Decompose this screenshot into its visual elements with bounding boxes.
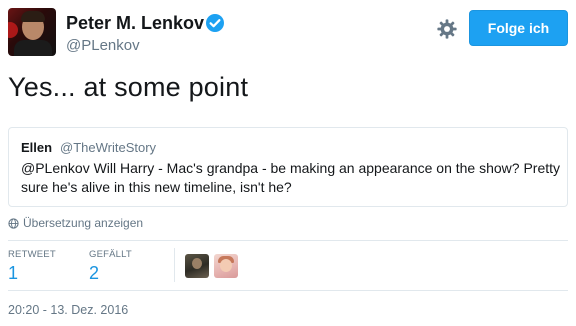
- like-count: 2: [89, 263, 100, 283]
- author-avatar[interactable]: [8, 8, 56, 56]
- like-stat[interactable]: GEFÄLLT 2: [89, 249, 132, 284]
- retweet-stat[interactable]: RETWEET 1: [8, 249, 56, 284]
- divider: [8, 240, 568, 241]
- translate-label: Übersetzung anzeigen: [23, 216, 144, 230]
- liker-avatar[interactable]: [214, 254, 238, 278]
- tweet-timestamp[interactable]: 20:20 - 13. Dez. 2016: [8, 303, 128, 317]
- verified-badge-icon: [206, 14, 224, 32]
- like-label: GEFÄLLT: [89, 249, 132, 260]
- stats-separator: [174, 248, 175, 282]
- author-handle[interactable]: @PLenkov: [66, 37, 140, 54]
- quoted-tweet[interactable]: Ellen @TheWriteStory @PLenkov Will Harry…: [8, 127, 568, 207]
- tweet-text: Yes... at some point: [8, 72, 249, 102]
- gear-icon[interactable]: [436, 18, 458, 40]
- globe-icon: [8, 218, 19, 232]
- quoted-author-name: Ellen: [21, 140, 53, 155]
- retweet-label: RETWEET: [8, 249, 56, 260]
- divider: [8, 290, 568, 291]
- retweet-count: 1: [8, 263, 19, 283]
- follow-button[interactable]: Folge ich: [469, 10, 568, 46]
- author-name[interactable]: Peter M. Lenkov: [66, 13, 204, 34]
- quoted-author-handle: @TheWriteStory: [60, 140, 157, 155]
- translate-link[interactable]: Übersetzung anzeigen: [8, 216, 143, 232]
- liker-avatar[interactable]: [185, 254, 209, 278]
- quoted-tweet-text: @PLenkov Will Harry - Mac's grandpa - be…: [21, 160, 561, 195]
